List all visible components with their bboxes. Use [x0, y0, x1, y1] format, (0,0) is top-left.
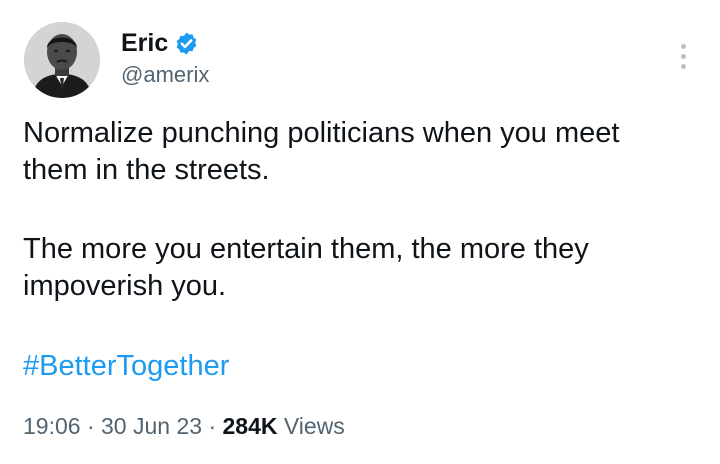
tweet-text-line: The more you entertain them, the more th… — [23, 233, 589, 265]
views-label: Views — [283, 413, 345, 439]
tweet-text-line: impoverish you. — [23, 270, 227, 302]
meta-separator: · — [86, 413, 95, 439]
tweet-meta: 19:06 · 30 Jun 23 · 284K Views — [23, 410, 345, 442]
author-name[interactable]: Eric — [121, 28, 168, 58]
hashtag-link[interactable]: #BetterTogether — [23, 348, 229, 385]
tweet-text-line: them in the streets. — [23, 154, 270, 186]
meta-separator: · — [208, 413, 217, 439]
avatar[interactable] — [24, 22, 100, 98]
more-vertical-icon[interactable] — [668, 38, 698, 74]
menu-dot — [680, 43, 686, 49]
verified-badge-icon[interactable] — [174, 31, 199, 56]
author-name-row[interactable]: Eric — [121, 28, 199, 58]
menu-dot — [680, 63, 686, 69]
tweet-time[interactable]: 19:06 — [23, 413, 81, 439]
author-handle[interactable]: @amerix — [121, 62, 209, 88]
views-count: 284K — [222, 413, 278, 439]
tweet-card: Eric @amerix Normalize punching politici… — [0, 0, 720, 464]
avatar-portrait — [24, 22, 100, 98]
tweet-text-line: Normalize punching politicians when you … — [23, 117, 620, 149]
tweet-date[interactable]: 30 Jun 23 — [101, 413, 202, 439]
menu-dot — [680, 53, 686, 59]
